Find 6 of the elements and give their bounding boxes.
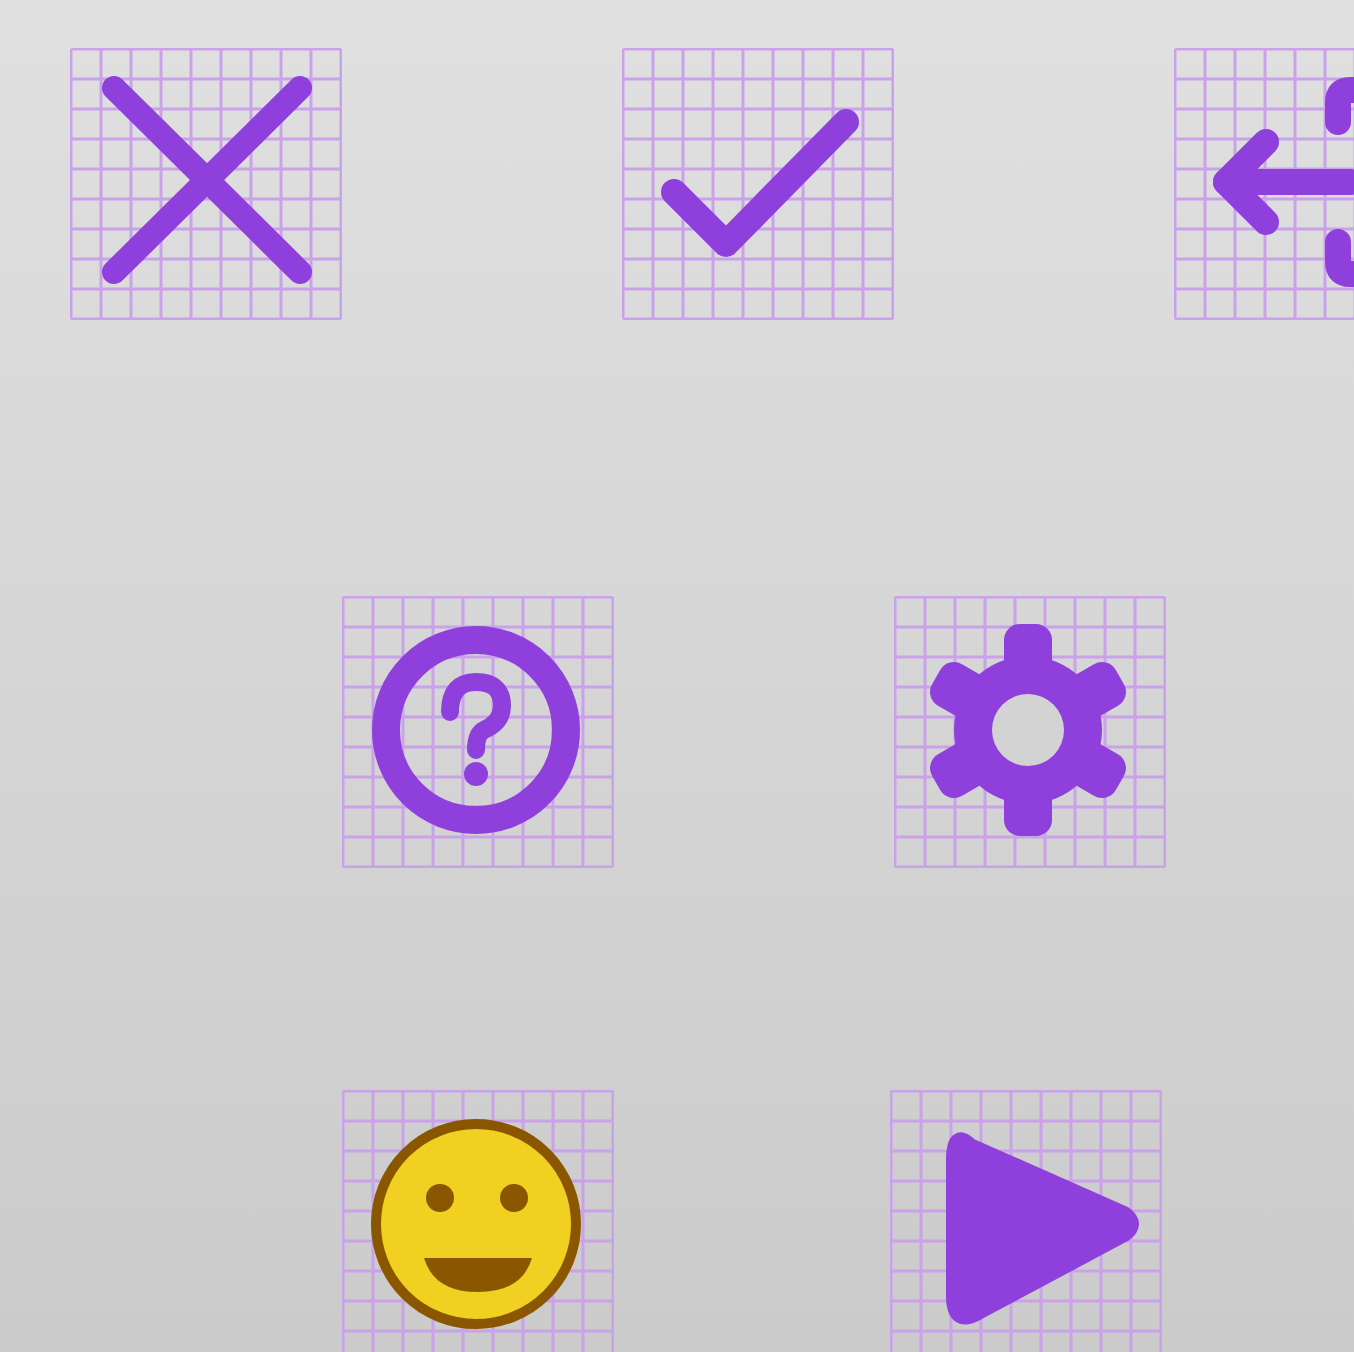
smiley-icon bbox=[371, 1119, 581, 1329]
close-icon bbox=[102, 76, 312, 284]
help-icon bbox=[372, 626, 580, 834]
play-icon bbox=[946, 1132, 1139, 1325]
settings-icon bbox=[924, 624, 1132, 836]
checkmark-icon bbox=[661, 109, 859, 257]
